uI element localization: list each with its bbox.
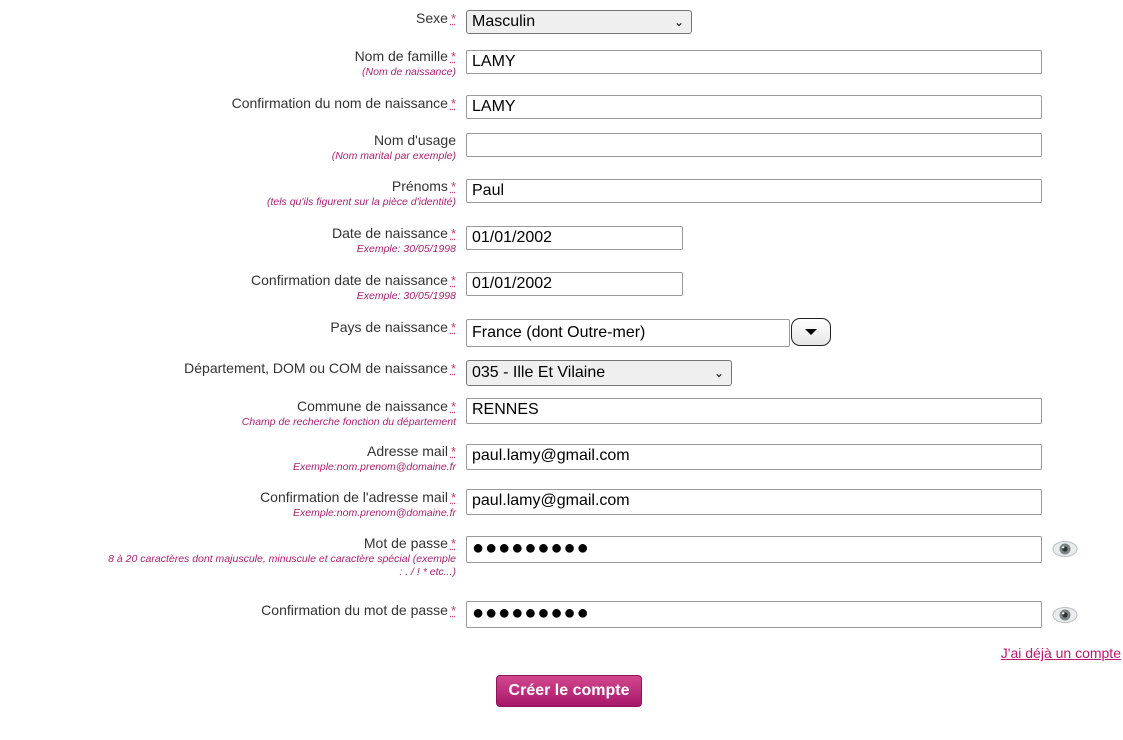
required-marker: * (450, 490, 456, 505)
registration-form: Sexe * Masculin ⌄ Nom de famille * (Nom de… (0, 0, 1123, 740)
create-account-button[interactable]: Créer le compte (496, 675, 642, 707)
eye-icon[interactable] (1052, 540, 1078, 558)
label-col-nom-famille: Nom de famille * (Nom de naissance) (0, 48, 456, 79)
required-marker: * (450, 536, 456, 551)
hint-password-line2: : . / ! * etc...) (399, 566, 456, 578)
label-password: Mot de passe (363, 535, 448, 551)
required-marker: * (450, 96, 456, 111)
prenoms-input[interactable]: Paul (466, 179, 1042, 203)
label-nom-famille: Nom de famille (354, 48, 448, 64)
required-marker: * (450, 603, 456, 618)
required-marker: * (450, 444, 456, 459)
confirm-date-input[interactable]: 01/01/2002 (466, 272, 683, 296)
nom-famille-input[interactable]: LAMY (466, 50, 1042, 74)
label-confirm-date: Confirmation date de naissance (251, 272, 448, 288)
chevron-down-icon: ⌄ (713, 366, 724, 380)
label-col-sexe: Sexe * (0, 10, 456, 28)
required-marker: * (450, 399, 456, 414)
label-confirm-password: Confirmation du mot de passe (261, 602, 448, 618)
hint-nom-famille: (Nom de naissance) (362, 66, 456, 78)
label-commune: Commune de naissance (296, 398, 448, 414)
label-col-pays: Pays de naissance * (0, 319, 456, 337)
required-marker: * (450, 320, 456, 335)
label-confirm-nom: Confirmation du nom de naissance (231, 95, 448, 111)
label-col-nom-usage: Nom d'usage (Nom marital par exemple) (0, 132, 456, 163)
confirm-email-input[interactable]: paul.lamy@gmail.com (466, 489, 1042, 515)
required-marker: * (450, 361, 456, 376)
nom-usage-input[interactable] (466, 133, 1042, 157)
sexe-value: Masculin (472, 13, 536, 30)
already-account-link[interactable]: J'ai déjà un compte (1001, 645, 1121, 661)
required-marker: * (450, 226, 456, 241)
required-marker: * (450, 11, 456, 26)
label-col-confirm-nom: Confirmation du nom de naissance * (0, 95, 456, 113)
label-col-confirm-email: Confirmation de l'adresse mail * Exemple:… (0, 489, 456, 520)
date-naissance-input[interactable]: 01/01/2002 (466, 226, 683, 250)
label-col-departement: Département, DOM ou COM de naissance * (0, 360, 456, 378)
hint-prenoms: (tels qu'ils figurent sur la pièce d'ide… (266, 196, 456, 208)
label-confirm-email: Confirmation de l'adresse mail (260, 489, 448, 505)
label-departement: Département, DOM ou COM de naissance (184, 360, 448, 376)
chevron-down-icon: ⌄ (673, 15, 684, 29)
required-marker: * (450, 49, 456, 64)
commune-input[interactable]: RENNES (466, 398, 1042, 424)
label-date-naissance: Date de naissance (331, 225, 448, 241)
label-col-commune: Commune de naissance * Champ de recherche… (0, 398, 456, 429)
label-pays: Pays de naissance (330, 319, 448, 335)
eye-icon[interactable] (1052, 606, 1078, 624)
label-col-confirm-date: Confirmation date de naissance * Exemple:… (0, 272, 456, 303)
confirm-password-input[interactable]: ●●●●●●●●● (466, 601, 1042, 628)
hint-nom-usage: (Nom marital par exemple) (331, 150, 456, 162)
hint-commune: Champ de recherche fonction du départeme… (241, 416, 456, 428)
departement-select[interactable]: 035 - Ille Et Vilaine ⌄ (466, 360, 732, 386)
hint-confirm-date: Exemple: 30/05/1998 (356, 290, 456, 302)
pays-combobox-input[interactable]: France (dont Outre-mer) (466, 319, 790, 347)
label-col-password: Mot de passe * 8 à 20 caractères dont maj… (0, 535, 456, 579)
caret-down-icon (805, 329, 817, 335)
email-input[interactable]: paul.lamy@gmail.com (466, 444, 1042, 470)
label-col-prenoms: Prénoms * (tels qu'ils figurent sur la pi… (0, 178, 456, 209)
required-marker: * (450, 179, 456, 194)
label-sexe: Sexe (416, 10, 448, 26)
pays-dropdown-button[interactable] (791, 318, 831, 346)
password-input[interactable]: ●●●●●●●●● (466, 536, 1042, 563)
hint-password-line1: 8 à 20 caractères dont majuscule, minusc… (108, 553, 456, 565)
label-prenoms: Prénoms (391, 178, 448, 194)
departement-value: 035 - Ille Et Vilaine (472, 364, 606, 381)
hint-email: Exemple:nom.prenom@domaine.fr (293, 461, 456, 473)
confirm-nom-input[interactable]: LAMY (466, 95, 1042, 119)
required-marker: * (450, 273, 456, 288)
hint-confirm-email: Exemple:nom.prenom@domaine.fr (293, 507, 456, 519)
label-email: Adresse mail (367, 443, 448, 459)
hint-date-naissance: Exemple: 30/05/1998 (356, 243, 456, 255)
label-nom-usage: Nom d'usage (373, 132, 456, 148)
label-col-confirm-password: Confirmation du mot de passe * (0, 602, 456, 620)
sexe-select[interactable]: Masculin ⌄ (466, 10, 692, 34)
label-col-date-naissance: Date de naissance * Exemple: 30/05/1998 (0, 225, 456, 256)
label-col-email: Adresse mail * Exemple:nom.prenom@domaine… (0, 443, 456, 474)
